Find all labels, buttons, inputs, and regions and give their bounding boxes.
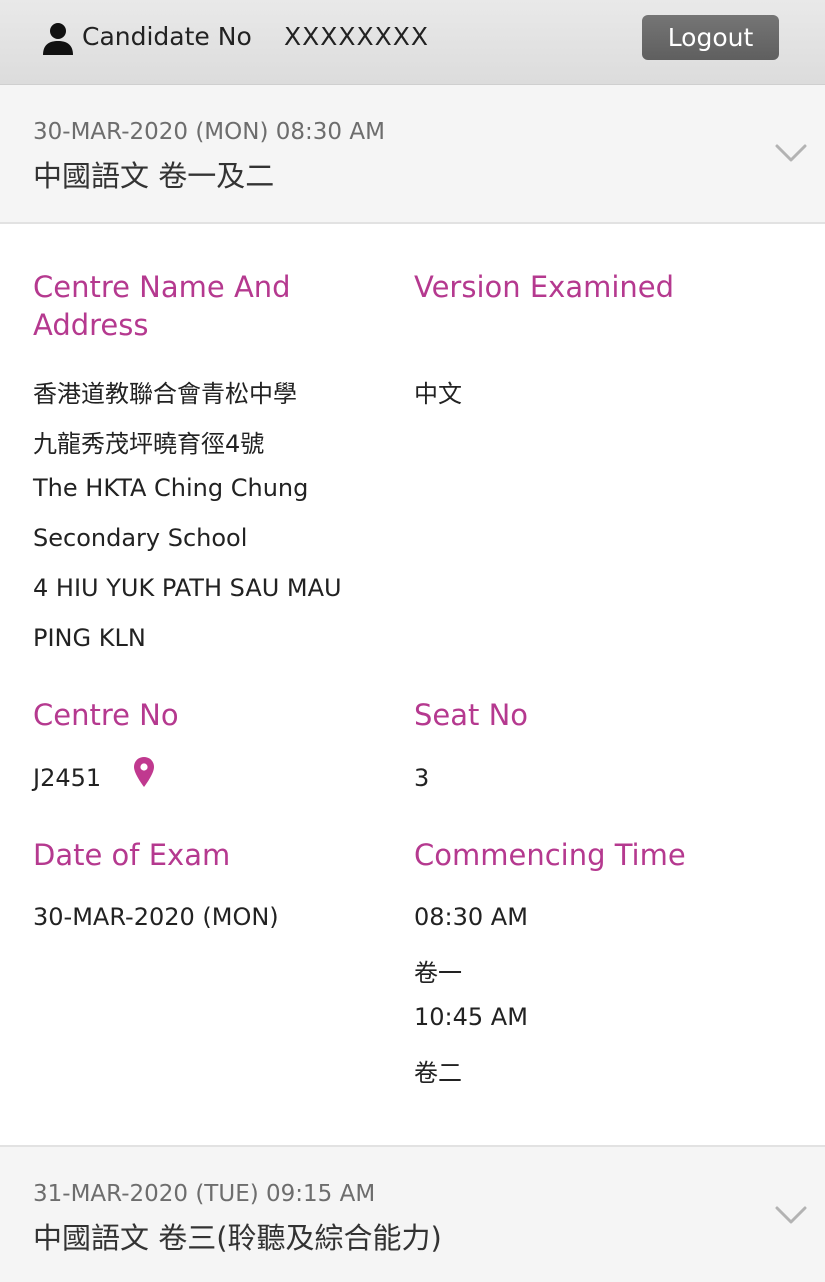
commencing-time-label: Commencing Time bbox=[414, 838, 686, 872]
exam-datetime: 31-MAR-2020 (TUE) 09:15 AM bbox=[33, 1181, 376, 1207]
exam-datetime: 30-MAR-2020 (MON) 08:30 AM bbox=[33, 119, 385, 145]
logout-button[interactable]: Logout bbox=[642, 15, 779, 60]
exam-title: 中國語文 卷三(聆聽及綜合能力) bbox=[33, 1221, 442, 1255]
address-line: PING KLN bbox=[33, 624, 146, 652]
seat-no-value: 3 bbox=[414, 764, 430, 792]
commencing-time-line: 10:45 AM bbox=[414, 1003, 528, 1031]
address-line: Secondary School bbox=[33, 524, 248, 552]
user-icon bbox=[43, 23, 73, 55]
address-line: 香港道教聯合會青松中學 bbox=[33, 380, 297, 408]
centre-name-label-line: Centre Name And bbox=[33, 270, 291, 304]
centre-no-value: J2451 bbox=[33, 764, 102, 792]
address-line: 九龍秀茂坪曉育徑4號 bbox=[33, 430, 265, 458]
version-examined-value: 中文 bbox=[414, 380, 462, 408]
paper-label: 卷二 bbox=[414, 1059, 462, 1087]
top-bar: Candidate No XXXXXXXX Logout bbox=[0, 0, 825, 85]
centre-no-label: Centre No bbox=[33, 698, 179, 732]
paper-label: 卷一 bbox=[414, 959, 462, 987]
address-line: 4 HIU YUK PATH SAU MAU bbox=[33, 574, 342, 602]
chevron-down-icon[interactable] bbox=[775, 143, 807, 163]
seat-no-label: Seat No bbox=[414, 698, 529, 732]
exam-title: 中國語文 卷一及二 bbox=[33, 159, 275, 193]
centre-name-label: Centre Name And Address bbox=[33, 268, 291, 344]
centre-name-label-line: Address bbox=[33, 308, 149, 342]
candidate-no-label: Candidate No bbox=[82, 22, 252, 51]
chevron-down-icon[interactable] bbox=[775, 1205, 807, 1225]
version-examined-label: Version Examined bbox=[414, 270, 675, 304]
candidate-no-value: XXXXXXXX bbox=[284, 22, 430, 51]
map-pin-icon[interactable] bbox=[133, 756, 155, 788]
exam-accordion-header-2[interactable]: 31-MAR-2020 (TUE) 09:15 AM 中國語文 卷三(聆聽及綜合… bbox=[0, 1145, 825, 1282]
address-line: The HKTA Ching Chung bbox=[33, 474, 309, 502]
commencing-time-line: 08:30 AM bbox=[414, 903, 528, 931]
date-of-exam-label: Date of Exam bbox=[33, 838, 231, 872]
exam-accordion-header-1[interactable]: 30-MAR-2020 (MON) 08:30 AM 中國語文 卷一及二 bbox=[0, 85, 825, 224]
date-of-exam-value: 30-MAR-2020 (MON) bbox=[33, 903, 279, 931]
